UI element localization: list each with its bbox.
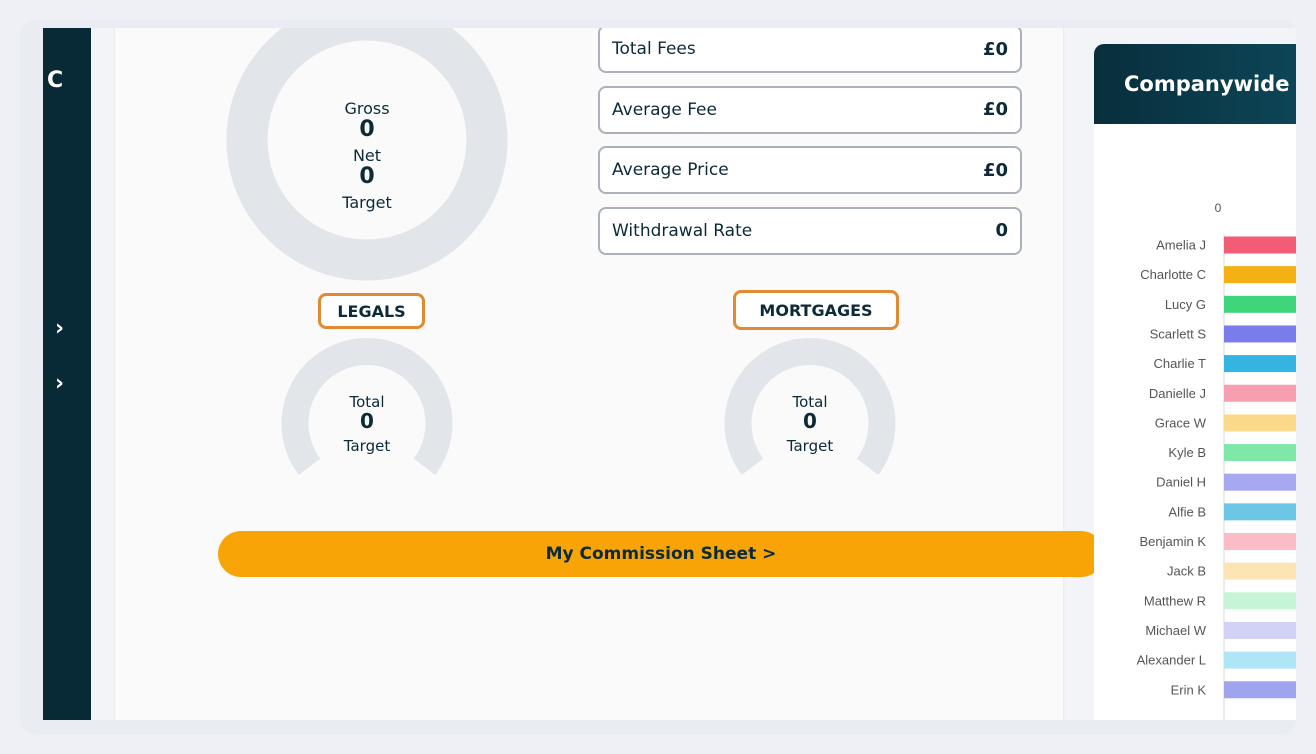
legals-target-label: Target [343, 437, 391, 455]
mortgages-target-label: Target [786, 437, 834, 455]
chevron-right-icon[interactable]: › [55, 371, 64, 396]
bar[interactable] [1224, 681, 1296, 699]
category-label: Amelia J [1156, 238, 1206, 253]
category-label: Danielle J [1149, 386, 1206, 401]
stat-value: £0 [982, 159, 1008, 181]
x-tick-label: 0 [1215, 201, 1222, 215]
sales-summary-card: Gross 0 Net 0 Target Total Fees £0 Avera… [115, 28, 1104, 720]
category-label: Jack B [1167, 564, 1206, 579]
category-label: Benjamin K [1140, 534, 1207, 549]
bar[interactable] [1224, 266, 1296, 284]
bar[interactable] [1224, 444, 1296, 462]
mortgages-total-value: 0 [803, 409, 817, 433]
legals-gauge-labels: Total 0 Target [281, 393, 453, 455]
category-label: Charlie T [1153, 356, 1206, 371]
category-label: Michael W [1145, 623, 1206, 638]
my-commission-sheet-button[interactable]: My Commission Sheet > [218, 531, 1104, 577]
bar[interactable] [1224, 325, 1296, 343]
sidebar-logo-letter: C [47, 68, 64, 93]
category-label: Daniel H [1156, 475, 1206, 490]
legals-title: LEGALS [318, 293, 425, 329]
bar[interactable] [1224, 533, 1296, 550]
stat-label: Average Price [612, 160, 729, 180]
category-label: Erin K [1171, 682, 1207, 697]
bar[interactable] [1224, 651, 1296, 669]
category-label: Grace W [1155, 415, 1207, 430]
stat-value: £0 [982, 99, 1008, 120]
bar[interactable] [1224, 295, 1296, 313]
companywide-bar-chart: 0 Amelia J Charlotte C Lucy G Scarlett S Char… [1137, 201, 1296, 720]
bar[interactable] [1224, 592, 1296, 610]
bar[interactable] [1224, 355, 1296, 373]
legals-total-value: 0 [360, 409, 374, 433]
mortgages-gauge-labels: Total 0 Target [724, 393, 896, 455]
bar[interactable] [1224, 503, 1296, 521]
chevron-right-icon[interactable]: › [55, 316, 64, 341]
stat-average-fee: Average Fee £0 [598, 85, 1022, 134]
stats-list: Total Fees £0 Average Fee £0 Average Pri… [598, 28, 1022, 267]
stat-label: Withdrawal Rate [612, 220, 753, 241]
category-label: Scarlett S [1150, 326, 1207, 341]
companywide-panel: Companywide 0 Amelia J Charlotte C Lucy G Sc… [1094, 44, 1296, 720]
mortgages-title: MORTGAGES [733, 290, 899, 330]
category-label: Alfie B [1168, 504, 1206, 519]
target-label: Target [342, 193, 392, 212]
bar[interactable] [1224, 473, 1296, 491]
category-label: Charlotte C [1140, 267, 1206, 282]
stat-label: Average Fee [612, 99, 717, 120]
net-value: 0 [359, 164, 375, 189]
sales-donut-labels: Gross 0 Net 0 Target [307, 99, 427, 212]
bar[interactable] [1224, 414, 1296, 432]
category-label: Alexander L [1137, 653, 1206, 668]
screenshot-frame: C › › Gross 0 Net 0 Target Total Fees £0 [20, 20, 1296, 734]
stat-value: £0 [982, 38, 1008, 60]
stat-value: 0 [995, 220, 1008, 241]
stat-withdrawal-rate: Withdrawal Rate 0 [598, 206, 1022, 255]
category-label: Lucy G [1165, 297, 1206, 312]
bar[interactable] [1224, 562, 1296, 580]
category-label: Matthew R [1144, 593, 1206, 608]
bar[interactable] [1224, 621, 1296, 639]
sidebar: C › › [43, 28, 91, 720]
app-viewport: C › › Gross 0 Net 0 Target Total Fees £0 [43, 28, 1296, 720]
stat-total-fees: Total Fees £0 [598, 28, 1022, 73]
stat-label: Total Fees [612, 39, 696, 59]
category-label: Kyle B [1168, 445, 1206, 460]
net-label: Net [352, 146, 382, 165]
gross-label: Gross [344, 99, 390, 118]
bar[interactable] [1224, 236, 1296, 254]
stat-average-price: Average Price £0 [598, 146, 1022, 194]
bar[interactable] [1224, 384, 1296, 402]
gross-value: 0 [359, 117, 375, 142]
